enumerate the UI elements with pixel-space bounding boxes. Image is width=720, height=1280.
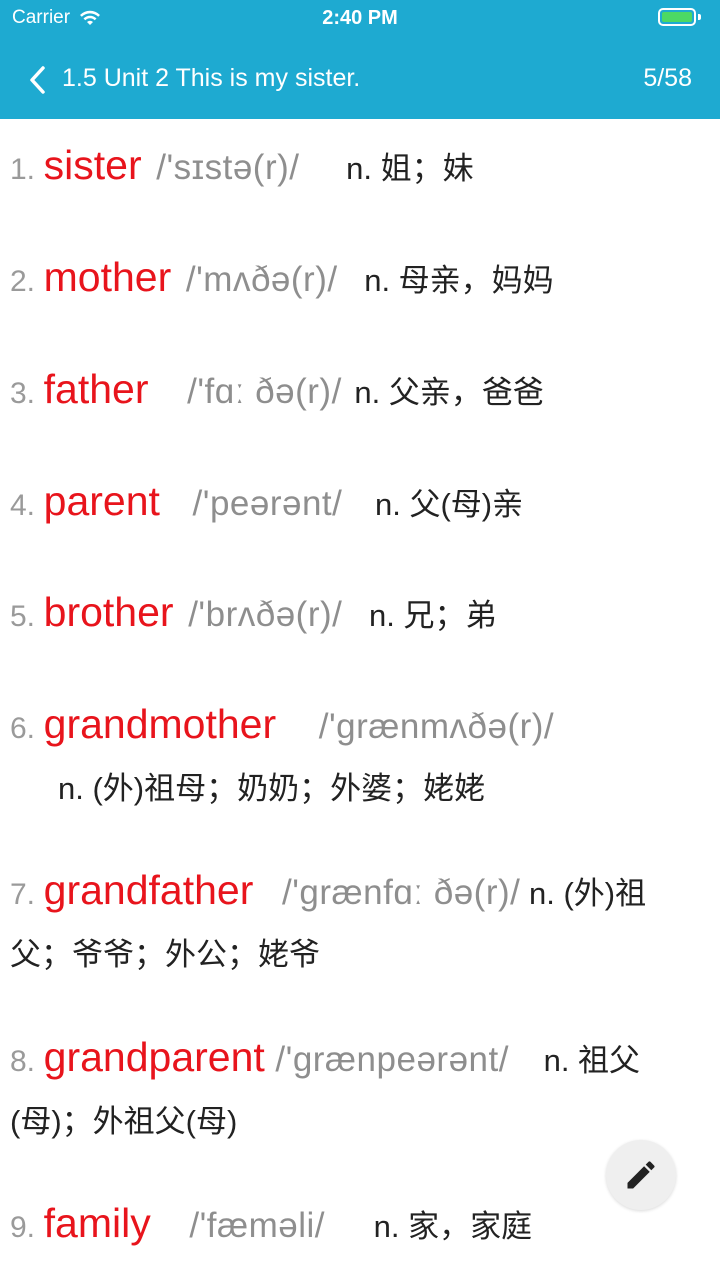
- item-number: 4.: [10, 489, 36, 522]
- item-number: 6.: [10, 712, 36, 745]
- item-word: parent: [43, 478, 160, 524]
- battery-tip: [698, 14, 701, 20]
- item-phonetic: /'grænmʌðə(r)/: [318, 707, 555, 746]
- item-number: 9.: [10, 1211, 36, 1244]
- item-phonetic: /'grænpeərənt/: [275, 1040, 509, 1079]
- chevron-left-icon: [30, 66, 45, 94]
- item-word: sister: [43, 142, 142, 188]
- list-item[interactable]: 4. parent /'peərənt/ n. 父(母)亲: [10, 471, 700, 536]
- item-word: brother: [43, 589, 174, 635]
- navigation-bar: 1.5 Unit 2 This is my sister. 5/58: [0, 40, 720, 119]
- item-meaning: n. 父亲，爸爸: [354, 375, 544, 410]
- list-item[interactable]: 7. grandfather /'grænfɑː ðə(r)/ n. (外)祖父…: [10, 860, 700, 985]
- page-counter: 5/58: [643, 64, 692, 92]
- item-word: grandparent: [43, 1034, 265, 1080]
- item-meaning: n. 姐；妹: [346, 151, 474, 186]
- top-bar: Carrier 2:40 PM 1.5 Unit 2 This is my si…: [0, 0, 720, 119]
- back-button[interactable]: [18, 60, 58, 100]
- item-word: mother: [43, 254, 172, 300]
- edit-button[interactable]: [606, 1140, 676, 1210]
- item-phonetic: /'fæməli/: [189, 1206, 326, 1245]
- item-meaning: n. 兄；弟: [368, 598, 497, 633]
- item-phonetic: /'sɪstə(r)/: [156, 148, 300, 187]
- item-number: 1.: [10, 153, 36, 186]
- item-meaning: n. 母亲，妈妈: [364, 263, 554, 298]
- battery-fill: [662, 12, 692, 22]
- list-item[interactable]: 9. family /'fæməli/ n. 家，家庭: [10, 1193, 700, 1258]
- page-title: 1.5 Unit 2 This is my sister.: [62, 64, 361, 92]
- item-number: 2.: [10, 265, 36, 298]
- item-word: father: [43, 366, 149, 412]
- item-word: grandfather: [43, 867, 254, 913]
- status-time: 2:40 PM: [322, 7, 398, 29]
- pencil-icon: [627, 1161, 655, 1189]
- list-item[interactable]: 2. mother /'mʌðə(r)/ n. 母亲，妈妈: [10, 247, 700, 312]
- item-phonetic: /'brʌðə(r)/: [188, 595, 343, 634]
- item-meaning: n. 家，家庭: [373, 1209, 533, 1244]
- list-item[interactable]: 5. brother /'brʌðə(r)/ n. 兄；弟: [10, 582, 700, 647]
- item-number: 7.: [10, 878, 36, 911]
- list-item[interactable]: 8. grandparent /'grænpeərənt/ n. 祖父(母)；外…: [10, 1027, 700, 1152]
- item-meaning: n. (外)祖母；奶奶；外婆；姥姥: [58, 771, 486, 806]
- item-meaning: n. 父(母)亲: [375, 487, 524, 522]
- item-phonetic: /'grænfɑː ðə(r)/: [282, 873, 521, 912]
- item-phonetic: /'mʌðə(r)/: [185, 260, 338, 299]
- status-bar: Carrier 2:40 PM: [0, 0, 720, 40]
- item-phonetic: /'peərənt/: [192, 484, 343, 523]
- list-item[interactable]: 3. father /'fɑː ðə(r)/ n. 父亲，爸爸: [10, 359, 700, 424]
- item-number: 5.: [10, 600, 36, 633]
- item-number: 3.: [10, 377, 36, 410]
- battery-icon: [658, 8, 696, 26]
- item-number: 8.: [10, 1045, 36, 1078]
- item-phonetic: /'fɑː ðə(r)/: [187, 372, 342, 411]
- list-item[interactable]: 1. sister /'sɪstə(r)/ n. 姐；妹: [10, 135, 700, 200]
- item-word: grandmother: [43, 701, 277, 747]
- item-word: family: [43, 1200, 151, 1246]
- list-item[interactable]: 6. grandmother /'grænmʌðə(r)/ n. (外)祖母；奶…: [10, 694, 700, 819]
